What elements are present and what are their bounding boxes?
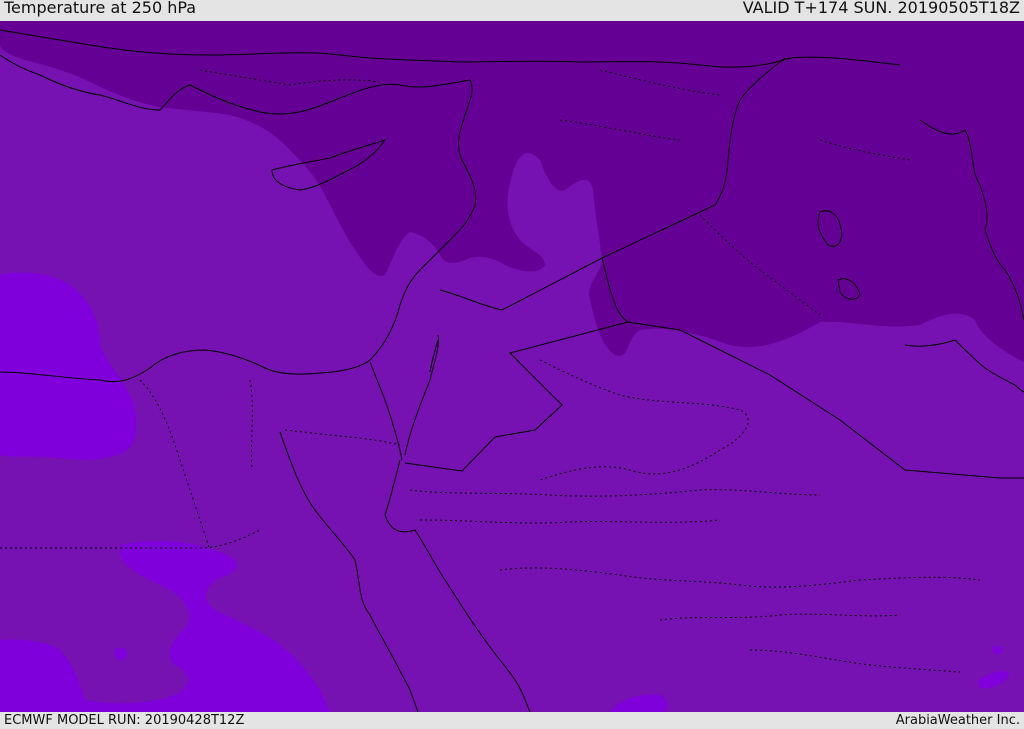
map-panel [0,21,1024,712]
header-bar: Temperature at 250 hPa VALID T+174 SUN. … [0,0,1024,21]
credit-label: ArabiaWeather Inc. [895,713,1020,728]
temperature-map [0,21,1024,712]
model-run-label: ECMWF MODEL RUN: 20190428T12Z [4,713,245,728]
footer-bar: ECMWF MODEL RUN: 20190428T12Z ArabiaWeat… [0,712,1024,729]
map-title: Temperature at 250 hPa [4,0,197,17]
valid-time: VALID T+174 SUN. 20190505T18Z [742,0,1020,17]
